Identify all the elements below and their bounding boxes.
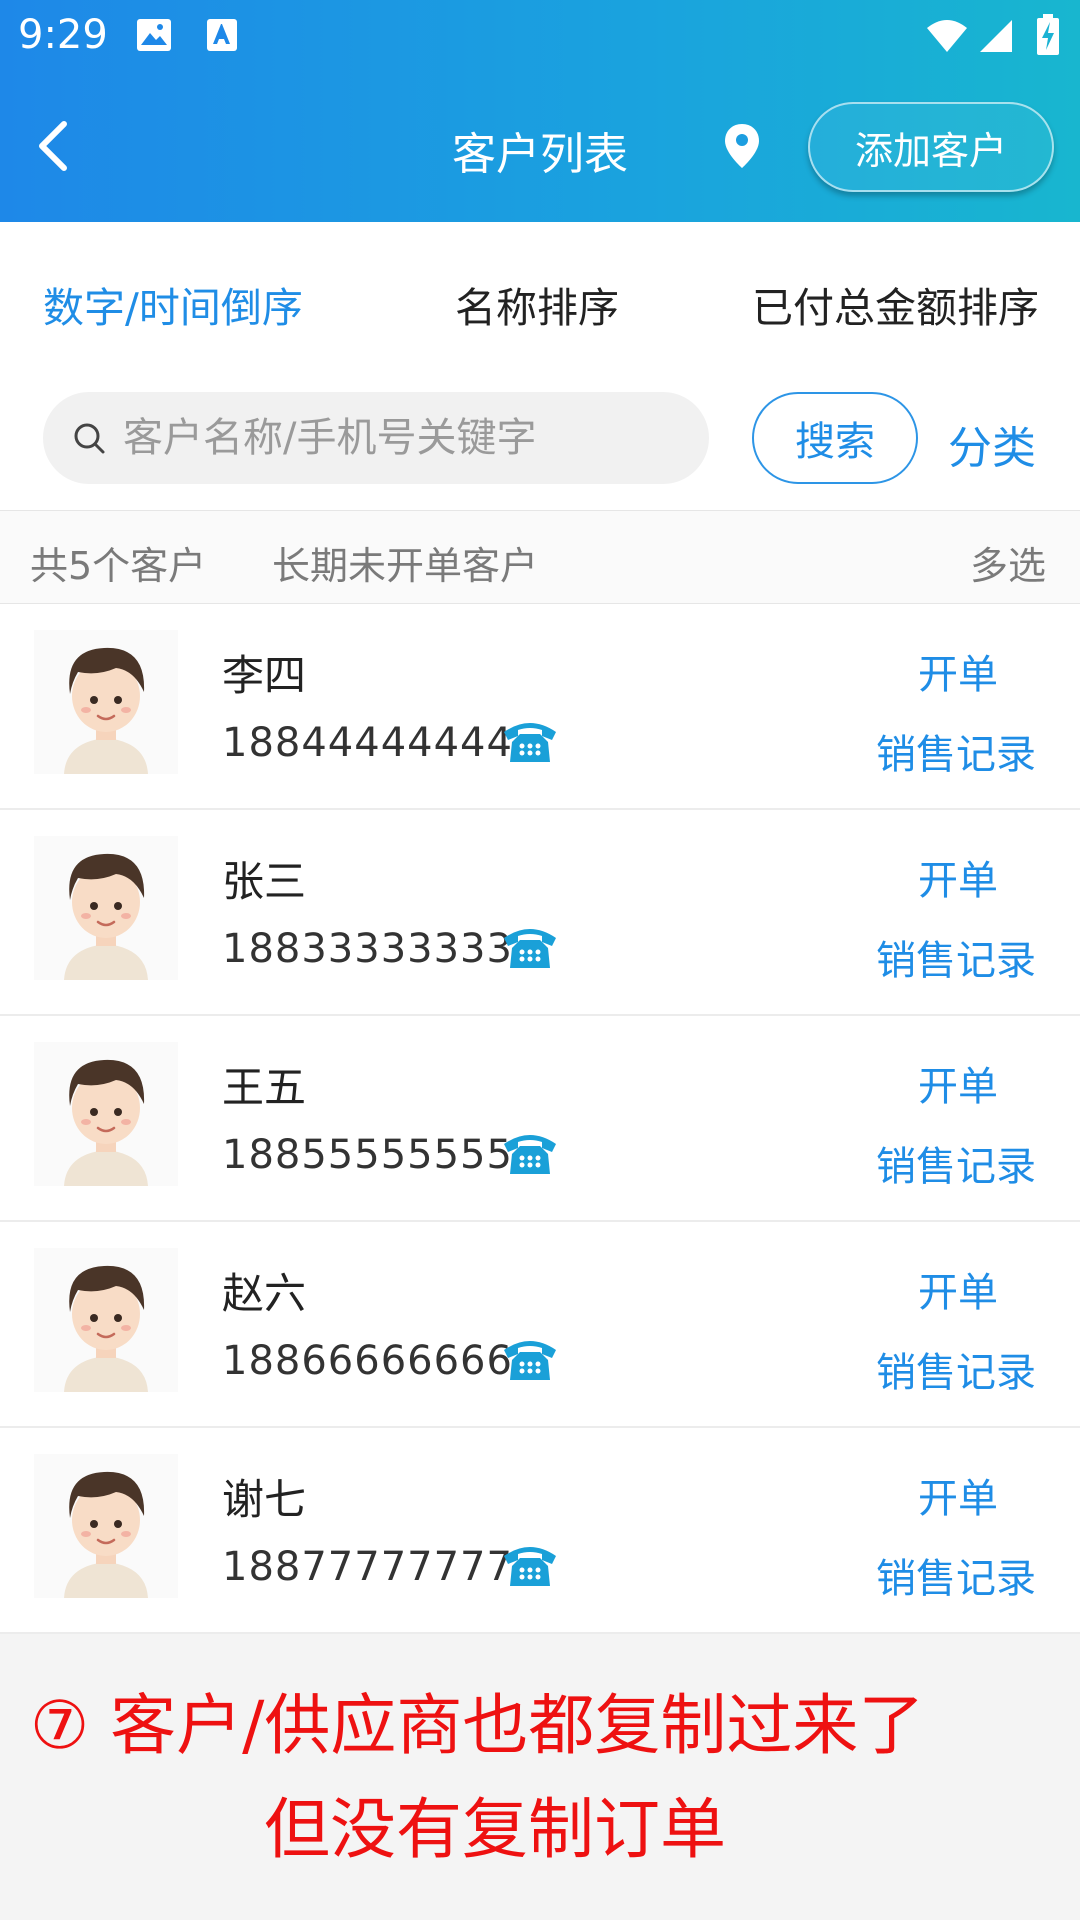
tab-sort-name[interactable]: 名称排序 xyxy=(455,274,619,334)
list-summary: 共5个客户 长期未开单客户 多选 xyxy=(0,510,1080,604)
status-time: 9:29 xyxy=(18,12,108,58)
customer-row[interactable]: 李四 18844444444 开单 销售记录 xyxy=(0,604,1080,810)
phone-icon[interactable] xyxy=(500,1128,560,1178)
sort-tabs: 数字/时间倒序 名称排序 已付总金额排序 xyxy=(0,222,1080,374)
customer-row[interactable]: 谢七 18877777777 开单 销售记录 xyxy=(0,1428,1080,1634)
sales-record-link[interactable]: 销售记录 xyxy=(876,928,1036,986)
customer-phone: 18833333333 xyxy=(222,926,513,972)
create-order-link[interactable]: 开单 xyxy=(918,1466,998,1524)
customer-phone: 18844444444 xyxy=(222,720,513,766)
sales-record-link[interactable]: 销售记录 xyxy=(876,1340,1036,1398)
search-row: 搜索 分类 xyxy=(0,374,1080,510)
search-button[interactable]: 搜索 xyxy=(752,392,918,484)
avatar xyxy=(34,836,178,980)
sales-record-link[interactable]: 销售记录 xyxy=(876,1134,1036,1192)
customer-name: 王五 xyxy=(222,1063,307,1112)
customer-phone: 18877777777 xyxy=(222,1544,513,1590)
phone-icon[interactable] xyxy=(500,1334,560,1384)
create-order-link[interactable]: 开单 xyxy=(918,848,998,906)
sales-record-link[interactable]: 销售记录 xyxy=(876,1546,1036,1604)
app-header: 9:29 客户列表 添加客户 xyxy=(0,0,1080,222)
customer-row[interactable]: 张三 18833333333 开单 销售记录 xyxy=(0,810,1080,1016)
create-order-link[interactable]: 开单 xyxy=(918,642,998,700)
category-button[interactable]: 分类 xyxy=(948,412,1036,476)
customer-name: 赵六 xyxy=(222,1269,307,1318)
create-order-link[interactable]: 开单 xyxy=(918,1054,998,1112)
annotation-note: ⑦ 客户/供应商也都复制过来了 但没有复制订单 xyxy=(0,1636,1080,1920)
sales-record-link[interactable]: 销售记录 xyxy=(876,722,1036,780)
wifi-icon xyxy=(927,20,967,52)
phone-icon[interactable] xyxy=(500,922,560,972)
avatar xyxy=(34,630,178,774)
customer-phone: 18855555555 xyxy=(222,1132,513,1178)
tab-sort-number-time[interactable]: 数字/时间倒序 xyxy=(43,274,303,334)
search-input[interactable] xyxy=(123,408,683,468)
add-customer-button[interactable]: 添加客户 xyxy=(808,102,1054,192)
customer-row[interactable]: 王五 18855555555 开单 销售记录 xyxy=(0,1016,1080,1222)
customer-name: 谢七 xyxy=(222,1475,307,1524)
tab-sort-paid-amount[interactable]: 已付总金额排序 xyxy=(752,274,1039,334)
customer-phone: 18866666666 xyxy=(222,1338,513,1384)
image-notification-icon xyxy=(137,19,171,51)
phone-icon[interactable] xyxy=(500,716,560,766)
customer-list: 李四 18844444444 开单 销售记录 张三 18833333333 开单… xyxy=(0,604,1080,1634)
battery-charging-icon xyxy=(1037,14,1059,55)
annotation-line-1: ⑦ 客户/供应商也都复制过来了 xyxy=(30,1687,925,1764)
phone-icon[interactable] xyxy=(500,1540,560,1590)
status-bar: 9:29 xyxy=(0,0,1080,72)
text-notification-icon xyxy=(207,19,237,51)
inactive-customers-filter[interactable]: 长期未开单客户 xyxy=(272,535,538,590)
customer-list-screen: 9:29 客户列表 添加客户 数字/时间倒序 名称排序 已付总金额排序 客户名称… xyxy=(0,0,1080,1920)
customer-row[interactable]: 赵六 18866666666 开单 销售记录 xyxy=(0,1222,1080,1428)
location-pin-icon[interactable] xyxy=(722,122,762,170)
avatar xyxy=(34,1042,178,1186)
annotation-line-2: 但没有复制订单 xyxy=(264,1791,726,1868)
search-box[interactable] xyxy=(43,392,709,484)
avatar xyxy=(34,1454,178,1598)
customer-name: 张三 xyxy=(222,857,307,906)
search-icon xyxy=(74,423,105,454)
avatar xyxy=(34,1248,178,1392)
customer-count: 共5个客户 xyxy=(30,544,207,588)
multi-select-button[interactable]: 多选 xyxy=(970,535,1046,590)
signal-icon xyxy=(980,20,1012,52)
create-order-link[interactable]: 开单 xyxy=(918,1260,998,1318)
customer-name: 李四 xyxy=(222,651,307,700)
